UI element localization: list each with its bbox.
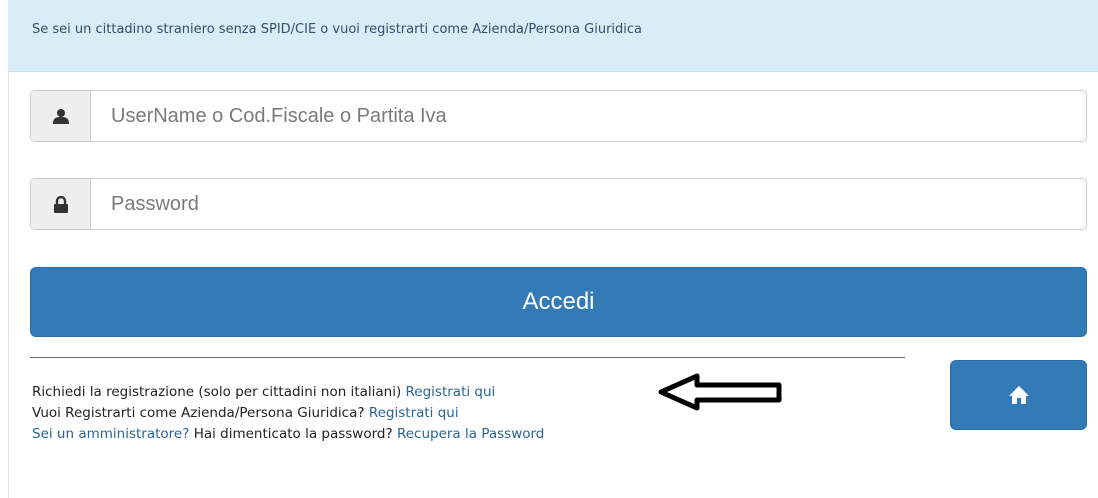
links-line-3: Sei un amministratore? Hai dimenticato l… xyxy=(32,424,544,445)
login-button[interactable]: Accedi xyxy=(30,267,1087,337)
info-banner: Se sei un cittadino straniero senza SPID… xyxy=(8,0,1098,72)
citizen-registration-text: Richiedi la registrazione (solo per citt… xyxy=(32,384,402,400)
lock-icon xyxy=(31,179,91,229)
username-input-group xyxy=(30,90,1087,142)
recover-password-link[interactable]: Recupera la Password xyxy=(397,426,544,442)
user-icon xyxy=(31,91,91,141)
registration-links: Richiedi la registrazione (solo per citt… xyxy=(32,382,544,445)
links-line-1: Richiedi la registrazione (solo per citt… xyxy=(32,382,544,403)
divider xyxy=(30,357,905,358)
company-register-link[interactable]: Registrati qui xyxy=(369,405,459,421)
banner-text: Se sei un cittadino straniero senza SPID… xyxy=(32,22,643,37)
panel-left-border xyxy=(8,72,9,498)
home-icon xyxy=(1008,386,1029,404)
username-input[interactable] xyxy=(91,91,1086,141)
links-line-2: Vuoi Registrarti come Azienda/Persona Gi… xyxy=(32,403,544,424)
password-input[interactable] xyxy=(91,179,1086,229)
citizen-register-link[interactable]: Registrati qui xyxy=(406,384,496,400)
company-registration-text: Vuoi Registrarti come Azienda/Persona Gi… xyxy=(32,405,365,421)
password-input-group xyxy=(30,178,1087,230)
left-arrow-annotation xyxy=(658,373,782,411)
home-button[interactable] xyxy=(950,360,1087,430)
admin-link[interactable]: Sei un amministratore? xyxy=(32,426,189,442)
forgot-password-text: Hai dimenticato la password? xyxy=(193,426,393,442)
